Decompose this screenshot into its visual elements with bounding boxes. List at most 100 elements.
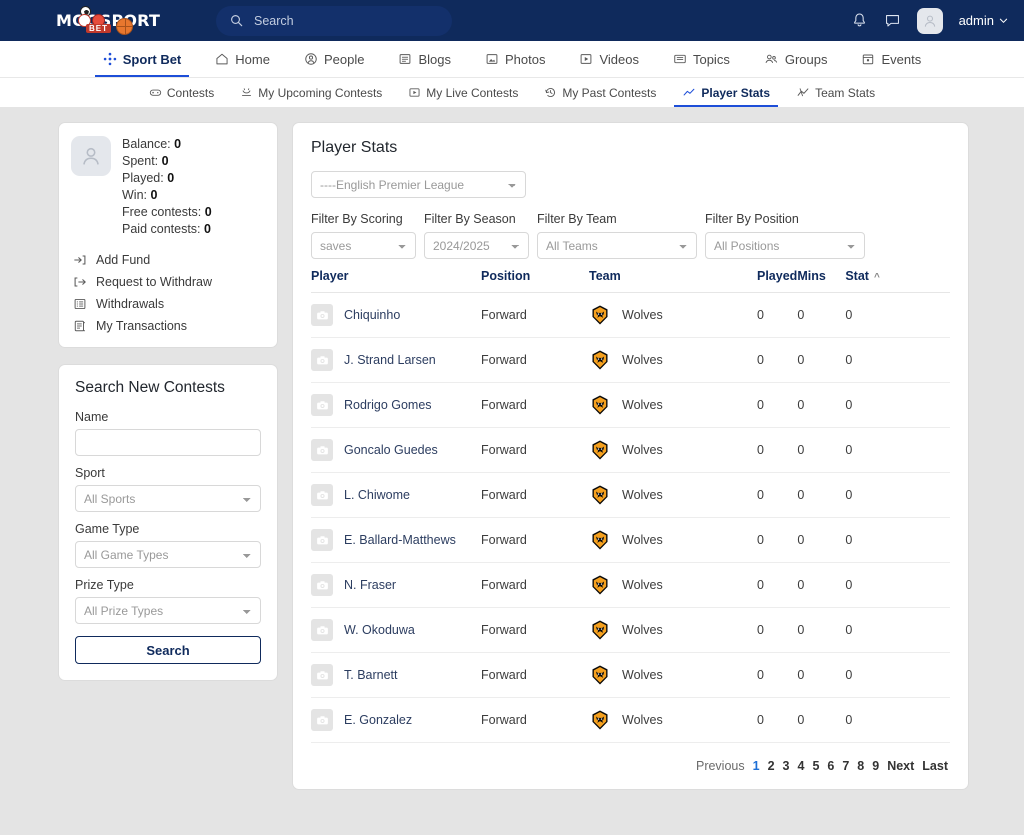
table-row[interactable]: T. Barnett Forward Wolves 0 0 0 [311, 652, 950, 698]
cell-played: 0 [757, 652, 798, 698]
nav-item-people[interactable]: People [302, 41, 366, 77]
cell-stat: 0 [845, 427, 950, 473]
user-menu[interactable]: admin [959, 13, 1008, 28]
topics-icon [674, 54, 686, 64]
filter-position: Filter By Position All Positions [705, 212, 865, 259]
column-stat[interactable]: Stat ^ [845, 269, 950, 293]
player-photo-placeholder [311, 349, 333, 371]
pagination-page-3[interactable]: 3 [783, 759, 790, 773]
nav-item-videos[interactable]: Videos [577, 41, 641, 77]
nav-item-photos[interactable]: Photos [483, 41, 547, 77]
subnav-item-my-live-contests[interactable]: My Live Contests [406, 78, 520, 107]
player-stats-table: Player Position Team Played Mins Stat ^ C… [311, 269, 950, 743]
filter-season-select[interactable]: 2024/2025 [424, 232, 529, 259]
cell-team: Wolves [589, 337, 757, 383]
team-crest-icon [592, 575, 608, 595]
search-input[interactable] [252, 12, 438, 29]
pagination-page-9[interactable]: 9 [872, 759, 879, 773]
sport-select[interactable]: All Sports [75, 485, 261, 512]
nav-label-home: Home [235, 51, 270, 67]
videos-icon [581, 54, 592, 64]
nav-item-events[interactable]: Events [859, 41, 923, 77]
table-row[interactable]: W. Okoduwa Forward Wolves 0 0 0 [311, 607, 950, 653]
stat-free-contests: Free contests: 0 [122, 204, 212, 221]
my-transactions-link[interactable]: My Transactions [71, 315, 265, 337]
player-photo-placeholder [311, 484, 333, 506]
pagination-page-4[interactable]: 4 [797, 759, 804, 773]
cell-team: Wolves [589, 292, 757, 338]
stat-paid-contests: Paid contests: 0 [122, 221, 212, 238]
pagination-page-7[interactable]: 7 [842, 759, 849, 773]
nav-item-sport-bet[interactable]: Sport Bet [94, 41, 189, 77]
column-player[interactable]: Player [311, 269, 481, 293]
player-name: E. Gonzalez [344, 713, 413, 727]
nav-item-topics[interactable]: Topics [671, 41, 732, 77]
message-icon [885, 15, 899, 27]
table-row[interactable]: E. Gonzalez Forward Wolves 0 0 0 [311, 697, 950, 743]
request-withdraw-link[interactable]: Request to Withdraw [71, 271, 265, 293]
player-name: Rodrigo Gomes [344, 398, 432, 412]
subnav-label-team-stats: Team Stats [815, 85, 876, 100]
filter-team-select[interactable]: All Teams [537, 232, 697, 259]
filter-position-select[interactable]: All Positions [705, 232, 865, 259]
cell-position: Forward [481, 517, 589, 563]
pagination-next[interactable]: Next [887, 759, 914, 773]
column-stat-label: Stat [845, 269, 869, 283]
column-played[interactable]: Played [757, 269, 798, 293]
cell-player: Chiquinho [311, 292, 481, 338]
game-type-label: Game Type [75, 522, 140, 536]
notifications-button[interactable] [851, 12, 868, 29]
filter-scoring-select[interactable]: saves [311, 232, 416, 259]
nav-item-blogs[interactable]: Blogs [396, 41, 453, 77]
cell-mins: 0 [797, 517, 846, 563]
pagination-page-5[interactable]: 5 [812, 759, 819, 773]
nav-item-groups[interactable]: Groups [762, 41, 830, 77]
balance-links: Add Fund Request to Withdraw Withdrawals… [71, 249, 265, 337]
table-row[interactable]: Chiquinho Forward Wolves 0 0 0 [311, 292, 950, 338]
nav-item-home[interactable]: Home [213, 41, 272, 77]
name-input[interactable] [75, 429, 261, 456]
filter-season: Filter By Season 2024/2025 [424, 212, 529, 259]
subnav-item-my-past-contests[interactable]: My Past Contests [542, 78, 658, 107]
pagination-page-8[interactable]: 8 [857, 759, 864, 773]
table-row[interactable]: Goncalo Guedes Forward Wolves 0 0 0 [311, 427, 950, 473]
column-team[interactable]: Team [589, 269, 757, 293]
pagination-page-2[interactable]: 2 [768, 759, 775, 773]
player-photo-placeholder [311, 304, 333, 326]
pagination-page-6[interactable]: 6 [827, 759, 834, 773]
nav-label-sport-bet: Sport Bet [122, 51, 182, 67]
column-mins[interactable]: Mins [797, 269, 846, 293]
subnav-item-my-upcoming-contests[interactable]: My Upcoming Contests [238, 78, 384, 107]
search-contests-button[interactable]: Search [75, 636, 261, 664]
subnav-item-player-stats[interactable]: Player Stats [674, 78, 778, 107]
table-row[interactable]: Rodrigo Gomes Forward Wolves 0 0 0 [311, 382, 950, 428]
league-select[interactable]: ----English Premier League [311, 171, 526, 198]
add-fund-label: Add Fund [96, 253, 151, 267]
pagination: Previous 1 2 3 4 5 6 7 8 9 Next Last [311, 743, 950, 779]
global-search[interactable] [216, 5, 452, 36]
player-name: Chiquinho [344, 308, 401, 322]
pagination-previous[interactable]: Previous [696, 759, 745, 773]
pagination-page-1[interactable]: 1 [753, 759, 760, 773]
cell-played: 0 [757, 382, 798, 428]
subnav-item-team-stats[interactable]: Team Stats [794, 78, 877, 107]
search-contests-title: Search New Contests [75, 379, 225, 396]
site-logo[interactable]: MOOSPORT BET [56, 5, 166, 36]
pagination-last[interactable]: Last [922, 759, 948, 773]
table-row[interactable]: E. Ballard-Matthews Forward Wolves 0 0 0 [311, 517, 950, 563]
cell-player: J. Strand Larsen [311, 337, 481, 383]
table-row[interactable]: J. Strand Larsen Forward Wolves 0 0 0 [311, 337, 950, 383]
subnav-item-contests[interactable]: Contests [147, 78, 216, 107]
add-fund-link[interactable]: Add Fund [71, 249, 265, 271]
table-row[interactable]: N. Fraser Forward Wolves 0 0 0 [311, 562, 950, 608]
user-avatar[interactable] [916, 7, 943, 34]
withdrawals-link[interactable]: Withdrawals [71, 293, 265, 315]
game-type-select[interactable]: All Game Types [75, 541, 261, 568]
column-position[interactable]: Position [481, 269, 589, 293]
cell-team: Wolves [589, 382, 757, 428]
camera-icon [316, 715, 328, 724]
table-row[interactable]: L. Chiwome Forward Wolves 0 0 0 [311, 472, 950, 518]
prize-type-select[interactable]: All Prize Types [75, 597, 261, 624]
messages-button[interactable] [884, 12, 901, 29]
balance-card: Balance: 0 Spent: 0 Played: 0 Win: 0 Fre… [58, 122, 278, 348]
